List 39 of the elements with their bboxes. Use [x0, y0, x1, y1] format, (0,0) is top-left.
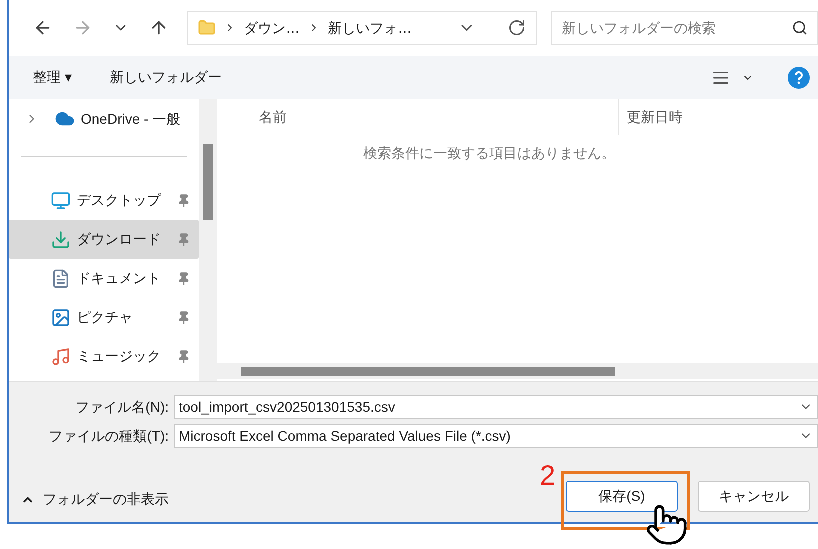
address-bar[interactable]: ダウン… 新しいフォ…	[187, 11, 537, 45]
sidebar-item[interactable]: デスクトップ	[9, 181, 199, 220]
input-field[interactable]: Microsoft Excel Comma Separated Values File (*.csv)	[174, 424, 818, 448]
input-field[interactable]: tool_import_csv202501301535.csv	[174, 395, 818, 419]
field-label: ファイル名(N):	[74, 398, 170, 417]
pin-icon[interactable]	[177, 310, 191, 324]
sidebar-item[interactable]: ミュージック	[9, 337, 199, 376]
breadcrumb-item[interactable]: ダウン…	[244, 18, 300, 38]
picture-icon	[51, 308, 71, 328]
step-number: 2	[540, 462, 556, 490]
document-icon	[51, 268, 71, 288]
download-icon	[51, 230, 71, 250]
sidebar-item[interactable]: ダウンロード	[9, 220, 199, 259]
sidebar-item[interactable]: ドキュメント	[9, 259, 199, 298]
organize-menu[interactable]: 整理 ▾	[33, 67, 72, 88]
column-header[interactable]: 名前	[217, 99, 619, 135]
scrollbar-thumb[interactable]	[241, 366, 615, 376]
music-icon	[51, 346, 71, 366]
search-field[interactable]: 新しいフォルダーの検索	[551, 11, 818, 45]
new-folder-button[interactable]: 新しいフォルダー	[110, 67, 222, 88]
pin-icon[interactable]	[177, 350, 191, 364]
empty-message: 検索条件に一致する項目はありません。	[362, 144, 616, 163]
search-icon	[792, 20, 808, 36]
help-icon[interactable]	[788, 66, 810, 88]
pin-icon[interactable]	[177, 194, 191, 208]
folder-icon	[198, 19, 216, 37]
field-label: ファイルの種類(T):	[48, 426, 170, 446]
save-button[interactable]: 保存(S)	[566, 481, 678, 512]
desktop-icon	[51, 190, 71, 210]
column-header[interactable]: 更新日時	[619, 99, 818, 135]
breadcrumb-item[interactable]: 新しいフォ…	[328, 18, 412, 38]
pin-icon[interactable]	[177, 272, 191, 286]
pin-icon[interactable]	[177, 232, 191, 246]
refresh-icon[interactable]	[508, 19, 526, 37]
sidebar-item[interactable]: OneDrive - 一般	[9, 107, 199, 131]
hide-folders-button[interactable]: フォルダーの非表示	[21, 489, 169, 510]
scrollbar-thumb[interactable]	[203, 144, 213, 220]
sidebar-item[interactable]: ピクチャ	[9, 298, 199, 337]
cancel-button[interactable]: キャンセル	[698, 481, 810, 512]
